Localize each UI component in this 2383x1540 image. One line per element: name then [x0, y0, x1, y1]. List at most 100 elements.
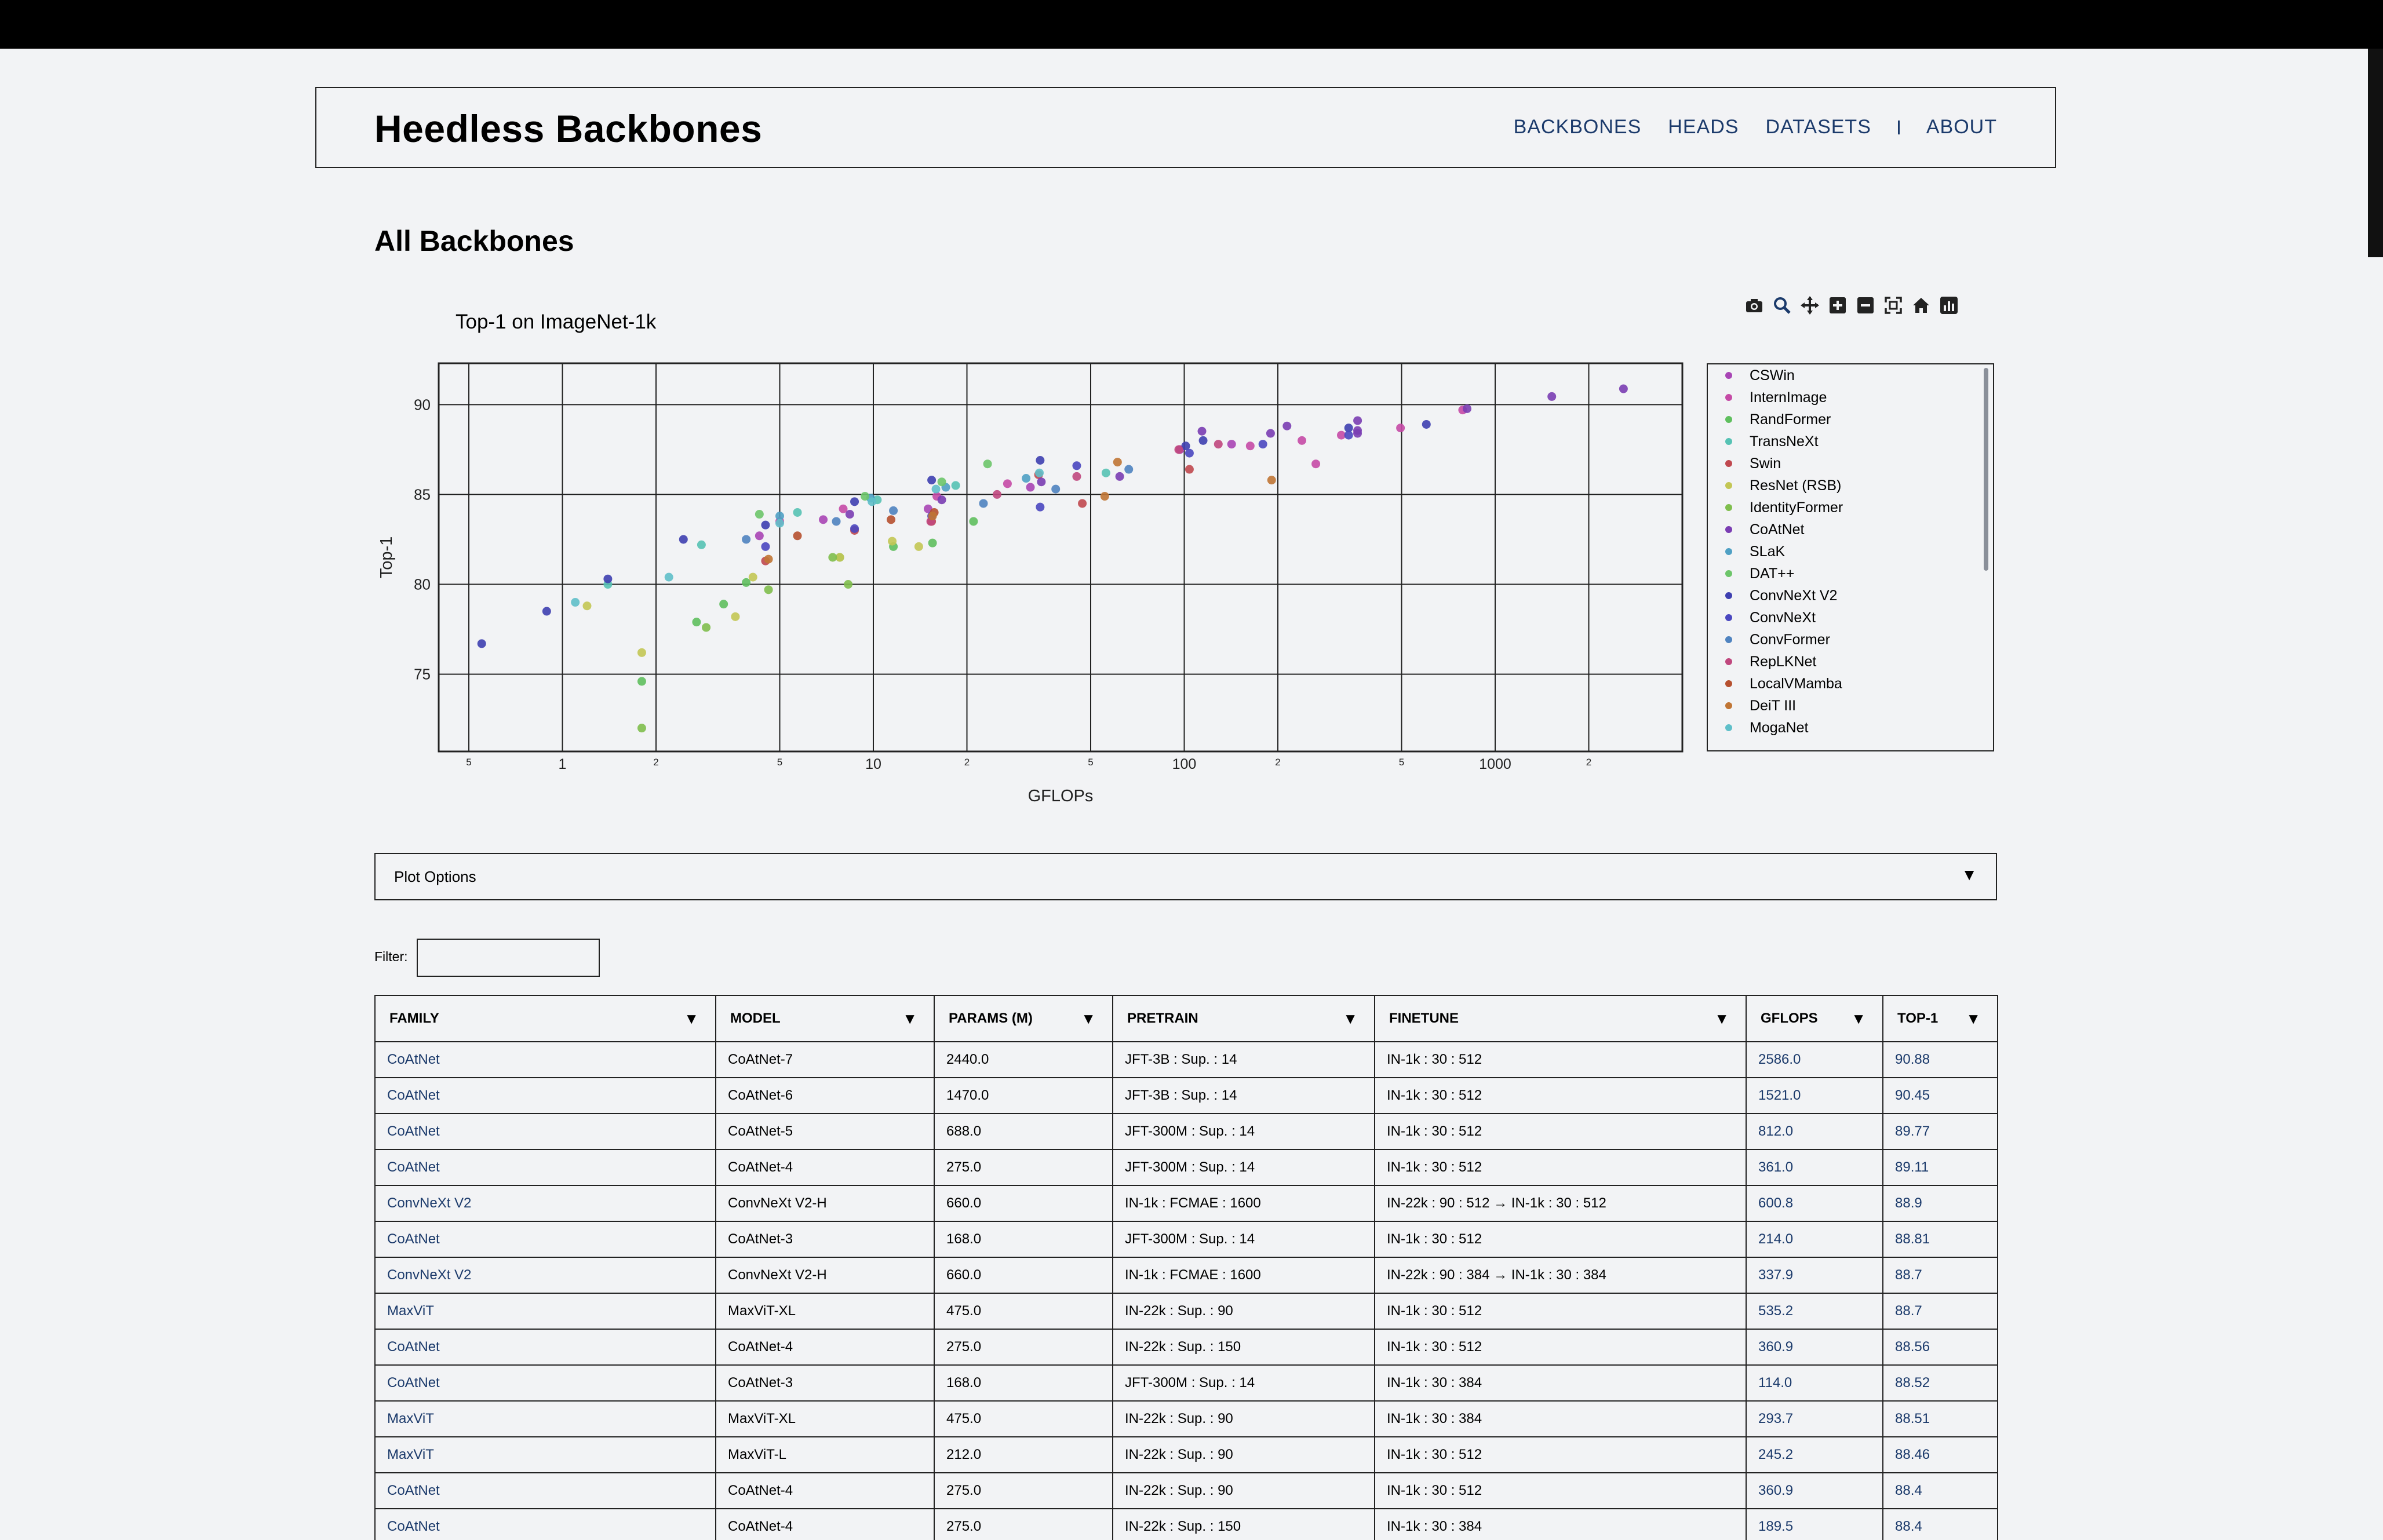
data-point[interactable]	[937, 495, 946, 505]
data-point[interactable]	[861, 492, 870, 501]
data-point[interactable]	[819, 515, 828, 524]
legend-item[interactable]: ConvFormer	[1708, 629, 1993, 651]
data-point[interactable]	[761, 542, 770, 551]
sort-arrow-icon[interactable]: ▼	[1081, 1010, 1096, 1028]
family-cell[interactable]: CoAtNet	[374, 1041, 716, 1078]
legend-item[interactable]: CoAtNet	[1708, 519, 1993, 541]
data-point[interactable]	[1022, 474, 1031, 483]
nav-backbones[interactable]: BACKBONES	[1514, 116, 1642, 138]
legend-item[interactable]: DeiT III	[1708, 695, 1993, 717]
data-point[interactable]	[1037, 477, 1046, 487]
page-scrollbar[interactable]	[2368, 49, 2383, 257]
gflops-cell[interactable]: 2586.0	[1746, 1041, 1883, 1078]
data-point[interactable]	[748, 572, 757, 582]
data-point[interactable]	[477, 639, 486, 648]
data-point[interactable]	[927, 476, 937, 485]
family-cell[interactable]: CoAtNet	[374, 1472, 716, 1509]
data-point[interactable]	[1344, 430, 1353, 440]
data-point[interactable]	[850, 497, 859, 506]
family-cell[interactable]: CoAtNet	[374, 1508, 716, 1540]
data-point[interactable]	[1619, 384, 1628, 393]
top1-cell[interactable]: 88.56	[1882, 1329, 1998, 1366]
top1-cell[interactable]: 89.77	[1882, 1113, 1998, 1150]
top1-cell[interactable]: 88.4	[1882, 1472, 1998, 1509]
gflops-cell[interactable]: 535.2	[1746, 1293, 1883, 1330]
family-cell[interactable]: CoAtNet	[374, 1329, 716, 1366]
data-point[interactable]	[1267, 476, 1276, 485]
home-icon[interactable]	[1911, 295, 1931, 315]
sort-arrow-icon[interactable]: ▼	[1714, 1010, 1729, 1028]
data-point[interactable]	[868, 497, 877, 506]
autoscale-icon[interactable]	[1883, 295, 1903, 315]
data-point[interactable]	[1353, 429, 1362, 438]
data-point[interactable]	[844, 580, 853, 589]
data-point[interactable]	[1034, 468, 1044, 477]
data-point[interactable]	[692, 618, 701, 627]
family-cell[interactable]: MaxViT	[374, 1400, 716, 1437]
zoom-icon[interactable]	[1772, 295, 1792, 315]
data-point[interactable]	[969, 517, 978, 526]
nav-heads[interactable]: HEADS	[1668, 116, 1739, 138]
data-point[interactable]	[571, 598, 580, 607]
family-cell[interactable]: MaxViT	[374, 1436, 716, 1473]
data-point[interactable]	[1547, 392, 1557, 401]
family-cell[interactable]: CoAtNet	[374, 1149, 716, 1186]
sort-arrow-icon[interactable]: ▼	[1966, 1010, 1981, 1028]
legend-item[interactable]: RandFormer	[1708, 408, 1993, 430]
data-point[interactable]	[1214, 440, 1223, 449]
zoom-out-icon[interactable]	[1856, 295, 1875, 315]
top1-cell[interactable]: 88.81	[1882, 1221, 1998, 1258]
data-point[interactable]	[1462, 404, 1471, 413]
column-header[interactable]: FAMILY ▼	[374, 995, 716, 1042]
family-cell[interactable]: CoAtNet	[374, 1077, 716, 1114]
data-point[interactable]	[937, 477, 946, 487]
filter-input[interactable]	[417, 939, 600, 977]
data-point[interactable]	[1245, 441, 1255, 451]
data-point[interactable]	[603, 574, 613, 583]
legend-item[interactable]: ConvNeXt	[1708, 607, 1993, 629]
data-point[interactable]	[1266, 429, 1275, 438]
family-cell[interactable]: CoAtNet	[374, 1364, 716, 1402]
gflops-cell[interactable]: 1521.0	[1746, 1077, 1883, 1114]
legend-item[interactable]: RepLKNet	[1708, 651, 1993, 673]
gflops-cell[interactable]: 361.0	[1746, 1149, 1883, 1186]
gflops-cell[interactable]: 214.0	[1746, 1221, 1883, 1258]
gflops-cell[interactable]: 245.2	[1746, 1436, 1883, 1473]
legend-item[interactable]: LocalVMamba	[1708, 673, 1993, 695]
data-point[interactable]	[1185, 448, 1194, 458]
data-point[interactable]	[1036, 456, 1045, 465]
data-point[interactable]	[888, 537, 897, 546]
data-point[interactable]	[931, 484, 941, 494]
data-point[interactable]	[928, 538, 937, 548]
data-point[interactable]	[1298, 436, 1307, 445]
sort-arrow-icon[interactable]: ▼	[684, 1010, 699, 1028]
data-point[interactable]	[731, 612, 740, 621]
data-point[interactable]	[742, 578, 751, 587]
data-point[interactable]	[542, 607, 551, 616]
data-point[interactable]	[1113, 458, 1122, 467]
data-point[interactable]	[845, 510, 854, 519]
legend-item[interactable]: SLaK	[1708, 541, 1993, 563]
data-point[interactable]	[1078, 499, 1087, 508]
data-point[interactable]	[679, 535, 688, 544]
column-header[interactable]: FINETUNE ▼	[1374, 995, 1747, 1042]
family-cell[interactable]: ConvNeXt V2	[374, 1257, 716, 1294]
site-title[interactable]: Heedless Backbones	[374, 105, 762, 152]
data-point[interactable]	[1115, 472, 1124, 481]
gflops-cell[interactable]: 600.8	[1746, 1185, 1883, 1222]
legend-item[interactable]: Swin	[1708, 452, 1993, 475]
data-point[interactable]	[719, 600, 728, 609]
data-point[interactable]	[1036, 502, 1045, 512]
data-point[interactable]	[1026, 483, 1035, 492]
data-point[interactable]	[951, 481, 960, 490]
data-point[interactable]	[1185, 465, 1194, 474]
data-point[interactable]	[1311, 459, 1321, 469]
top1-cell[interactable]: 88.52	[1882, 1364, 1998, 1402]
legend-item[interactable]: ConvNeXt V2	[1708, 585, 1993, 607]
nav-datasets[interactable]: DATASETS	[1765, 116, 1871, 138]
data-point[interactable]	[1197, 426, 1207, 436]
top1-cell[interactable]: 88.7	[1882, 1257, 1998, 1294]
family-cell[interactable]: ConvNeXt V2	[374, 1185, 716, 1222]
legend-item[interactable]: TransNeXt	[1708, 430, 1993, 452]
camera-icon[interactable]	[1744, 295, 1764, 315]
